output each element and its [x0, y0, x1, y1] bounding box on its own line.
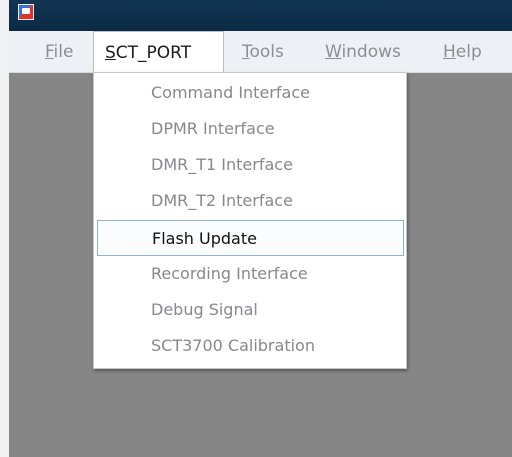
menu-file-mnemonic: F — [45, 42, 54, 62]
menu-sct-port[interactable]: SCT_PORT — [93, 31, 224, 73]
menu-sct-port-mnemonic: S — [105, 43, 116, 63]
menu-help-label: elp — [455, 42, 482, 62]
menuitem-dmr-t1-interface[interactable]: DMR_T1 Interface — [94, 147, 406, 183]
window-left-frame — [0, 0, 9, 457]
menuitem-dpmr-interface[interactable]: DPMR Interface — [94, 111, 406, 147]
menu-bar: File SCT_PORT Tools Windows Help — [9, 31, 512, 73]
app-logo-icon[interactable] — [18, 4, 34, 20]
menu-file-label: ile — [53, 42, 74, 62]
menu-windows[interactable]: Windows — [325, 31, 401, 73]
menu-help-mnemonic: H — [443, 42, 456, 62]
menuitem-dmr-t2-interface[interactable]: DMR_T2 Interface — [94, 183, 406, 219]
menuitem-sct3700-calibration[interactable]: SCT3700 Calibration — [94, 328, 406, 364]
menuitem-recording-interface[interactable]: Recording Interface — [94, 256, 406, 292]
menu-file[interactable]: File — [45, 31, 73, 73]
sct-port-dropdown-menu: Command Interface DPMR Interface DMR_T1 … — [93, 72, 407, 369]
app-window: File SCT_PORT Tools Windows Help Command… — [0, 0, 512, 457]
title-bar[interactable] — [9, 0, 512, 31]
menu-windows-label: indows — [341, 42, 401, 62]
menu-tools-label: ools — [249, 42, 284, 62]
menuitem-flash-update[interactable]: Flash Update — [97, 220, 404, 256]
menu-tools[interactable]: Tools — [242, 31, 284, 73]
menu-help[interactable]: Help — [443, 31, 482, 73]
menuitem-command-interface[interactable]: Command Interface — [94, 75, 406, 111]
menu-windows-mnemonic: W — [325, 42, 342, 62]
menu-sct-port-label: CT_PORT — [115, 43, 192, 63]
menuitem-debug-signal[interactable]: Debug Signal — [94, 292, 406, 328]
menu-tools-mnemonic: T — [242, 42, 250, 62]
